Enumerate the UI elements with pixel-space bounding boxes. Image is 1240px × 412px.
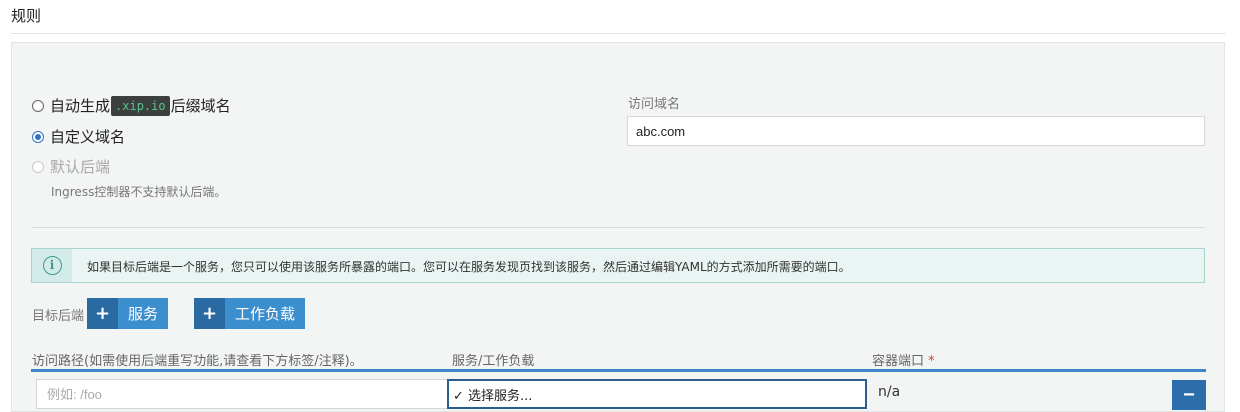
- table-header-rule: [31, 369, 1206, 372]
- column-header-service: 服务/工作负载: [452, 354, 535, 369]
- column-header-port-label: 容器端口: [872, 354, 925, 369]
- radio-label: 自定义域名: [50, 128, 126, 146]
- domain-input[interactable]: [627, 116, 1205, 146]
- plus-icon: +: [194, 298, 225, 329]
- container-port-value: n/a: [878, 384, 901, 400]
- column-header-path: 访问路径(如需使用后端重写功能,请查看下方标签/注释)。: [32, 354, 363, 369]
- add-service-label: 服务: [128, 305, 159, 323]
- info-banner: i 如果目标后端是一个服务，您只可以使用该服务所暴露的端口。您可以在服务发现页找…: [31, 248, 1205, 283]
- target-backend-label: 目标后端: [32, 309, 85, 324]
- radio-label: 默认后端: [50, 158, 111, 176]
- add-workload-button[interactable]: + 工作负载: [194, 298, 306, 329]
- domain-label: 访问域名: [628, 97, 681, 112]
- required-marker: *: [928, 354, 935, 369]
- section-divider: [32, 227, 1205, 228]
- column-header-port: 容器端口 *: [872, 350, 935, 369]
- title-divider: [11, 33, 1226, 34]
- info-icon-box: i: [32, 249, 72, 282]
- radio-button: [32, 160, 44, 173]
- section-title: 规则: [11, 7, 42, 25]
- radio-option-custom-domain[interactable]: 自定义域名: [32, 126, 125, 147]
- radio-label-prefix: 自动生成: [50, 97, 111, 115]
- path-input[interactable]: [36, 379, 448, 409]
- info-circle-icon: i: [42, 256, 62, 275]
- add-service-button[interactable]: + 服务: [87, 298, 169, 329]
- radio-button[interactable]: [32, 130, 44, 143]
- radio-button[interactable]: [32, 99, 44, 112]
- info-text: 如果目标后端是一个服务，您只可以使用该服务所暴露的端口。您可以在服务发现页找到该…: [87, 260, 851, 274]
- radio-label-suffix: 后缀域名: [170, 97, 231, 115]
- add-workload-label: 工作负载: [235, 305, 296, 323]
- radio-option-default-backend: 默认后端: [32, 156, 110, 177]
- remove-row-button[interactable]: −: [1172, 380, 1206, 410]
- plus-icon: +: [87, 298, 118, 329]
- default-backend-help: Ingress控制器不支持默认后端。: [51, 185, 227, 199]
- xip-code-chip: .xip.io: [111, 95, 170, 116]
- service-select[interactable]: ✓ 选择服务...: [447, 379, 867, 409]
- radio-option-xip[interactable]: 自动生成 .xip.io 后缀域名: [32, 95, 231, 116]
- service-select-value: ✓ 选择服务...: [453, 388, 533, 404]
